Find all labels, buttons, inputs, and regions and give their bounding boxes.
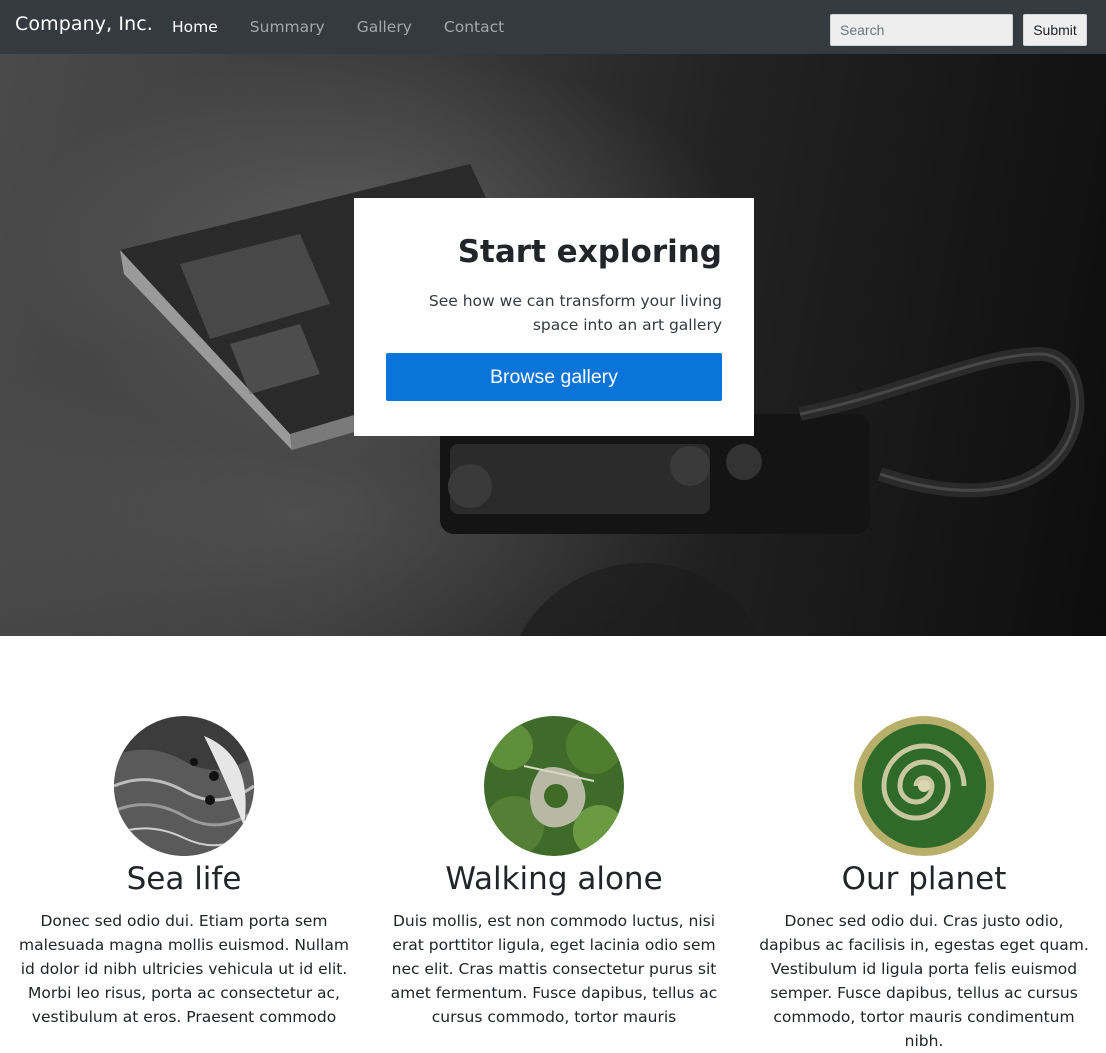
hero-title: Start exploring [457,234,722,270]
sea-life-image [114,716,254,856]
hero-section: Start exploring See how we can transform… [0,54,1106,636]
feature-walking-alone: Walking alone Duis mollis, est non commo… [384,716,724,1029]
feature-text: Duis mollis, est non commodo luctus, nis… [390,912,718,1026]
our-planet-image [854,716,994,856]
feature-text: Donec sed odio dui. Etiam porta sem male… [19,912,349,1026]
feature-our-planet: Our planet Donec sed odio dui. Cras just… [754,716,1094,1053]
nav-link-summary[interactable]: Summary [234,18,341,36]
feature-title: Our planet [841,861,1007,897]
search-input[interactable] [830,14,1013,46]
nav-link-gallery[interactable]: Gallery [341,18,428,36]
hero-text: See how we can transform your living spa… [428,292,722,334]
feature-sea-life: Sea life Donec sed odio dui. Etiam porta… [14,716,354,1029]
nav-links: Home Summary Gallery Contact [156,0,520,54]
nav-link-home[interactable]: Home [156,18,234,36]
hero-card: Start exploring See how we can transform… [354,198,754,436]
feature-title: Sea life [126,861,242,897]
navbar: Company, Inc. Home Summary Gallery Conta… [0,0,1106,54]
brand-link[interactable]: Company, Inc. [15,13,153,35]
submit-button[interactable]: Submit [1023,14,1087,46]
feature-text: Donec sed odio dui. Cras justo odio, dap… [759,912,1089,1050]
feature-title: Walking alone [445,861,663,897]
nav-link-contact[interactable]: Contact [428,18,520,36]
browse-gallery-button[interactable]: Browse gallery [386,353,722,401]
walking-alone-image [484,716,624,856]
